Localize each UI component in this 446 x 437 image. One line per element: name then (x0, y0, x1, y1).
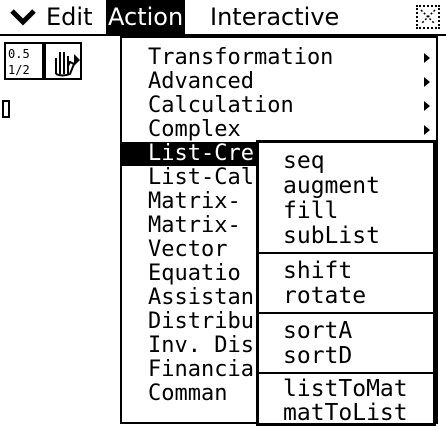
menu-item-transformation[interactable]: Transformation (122, 46, 436, 70)
stylus-button[interactable] (44, 42, 82, 80)
separator (259, 252, 433, 254)
submenu-arrow-icon (424, 101, 430, 111)
menu-chevron-icon[interactable] (6, 0, 40, 34)
menu-item-advanced[interactable]: Advanced (122, 70, 436, 94)
submenu-item-sortd[interactable]: sortD (259, 344, 433, 369)
stylus-hand-icon (55, 52, 80, 77)
menu-interactive[interactable]: Interactive (210, 0, 339, 34)
submenu-item-rotate[interactable]: rotate (259, 284, 433, 309)
menu-edit[interactable]: Edit (46, 0, 92, 34)
submenu-item-listtomat[interactable]: listToMat (259, 377, 433, 402)
input-cursor[interactable] (2, 100, 10, 118)
submenu-item-sorta[interactable]: sortA (259, 319, 433, 344)
separator (259, 372, 433, 374)
submenu-item-sublist[interactable]: subList (259, 224, 433, 249)
fraction-decimal-icon: 0.5 1/2 (8, 47, 30, 77)
list-create-submenu: seq augment fill subList shift rotate so… (256, 140, 436, 426)
menu-item-calculation[interactable]: Calculation (122, 94, 436, 118)
submenu-item-fill[interactable]: fill (259, 199, 433, 224)
separator (259, 312, 433, 314)
fraction-bottom: 1/2 (8, 63, 30, 77)
fraction-top: 0.5 (8, 47, 30, 61)
submenu-arrow-icon (424, 53, 430, 63)
menu-action[interactable]: Action (106, 0, 186, 34)
submenu-arrow-icon (424, 125, 430, 135)
menu-item-complex[interactable]: Complex (122, 118, 436, 142)
play-icon (74, 54, 80, 66)
submenu-item-mattolist[interactable]: matToList (259, 401, 433, 426)
close-icon[interactable] (416, 5, 440, 29)
submenu-item-augment[interactable]: augment (259, 174, 433, 199)
submenu-arrow-icon (424, 77, 430, 87)
submenu-item-seq[interactable]: seq (259, 149, 433, 174)
menu-bar: Edit Action Interactive (0, 0, 446, 36)
submenu-item-shift[interactable]: shift (259, 259, 433, 284)
fraction-decimal-button[interactable]: 0.5 1/2 (4, 42, 44, 80)
